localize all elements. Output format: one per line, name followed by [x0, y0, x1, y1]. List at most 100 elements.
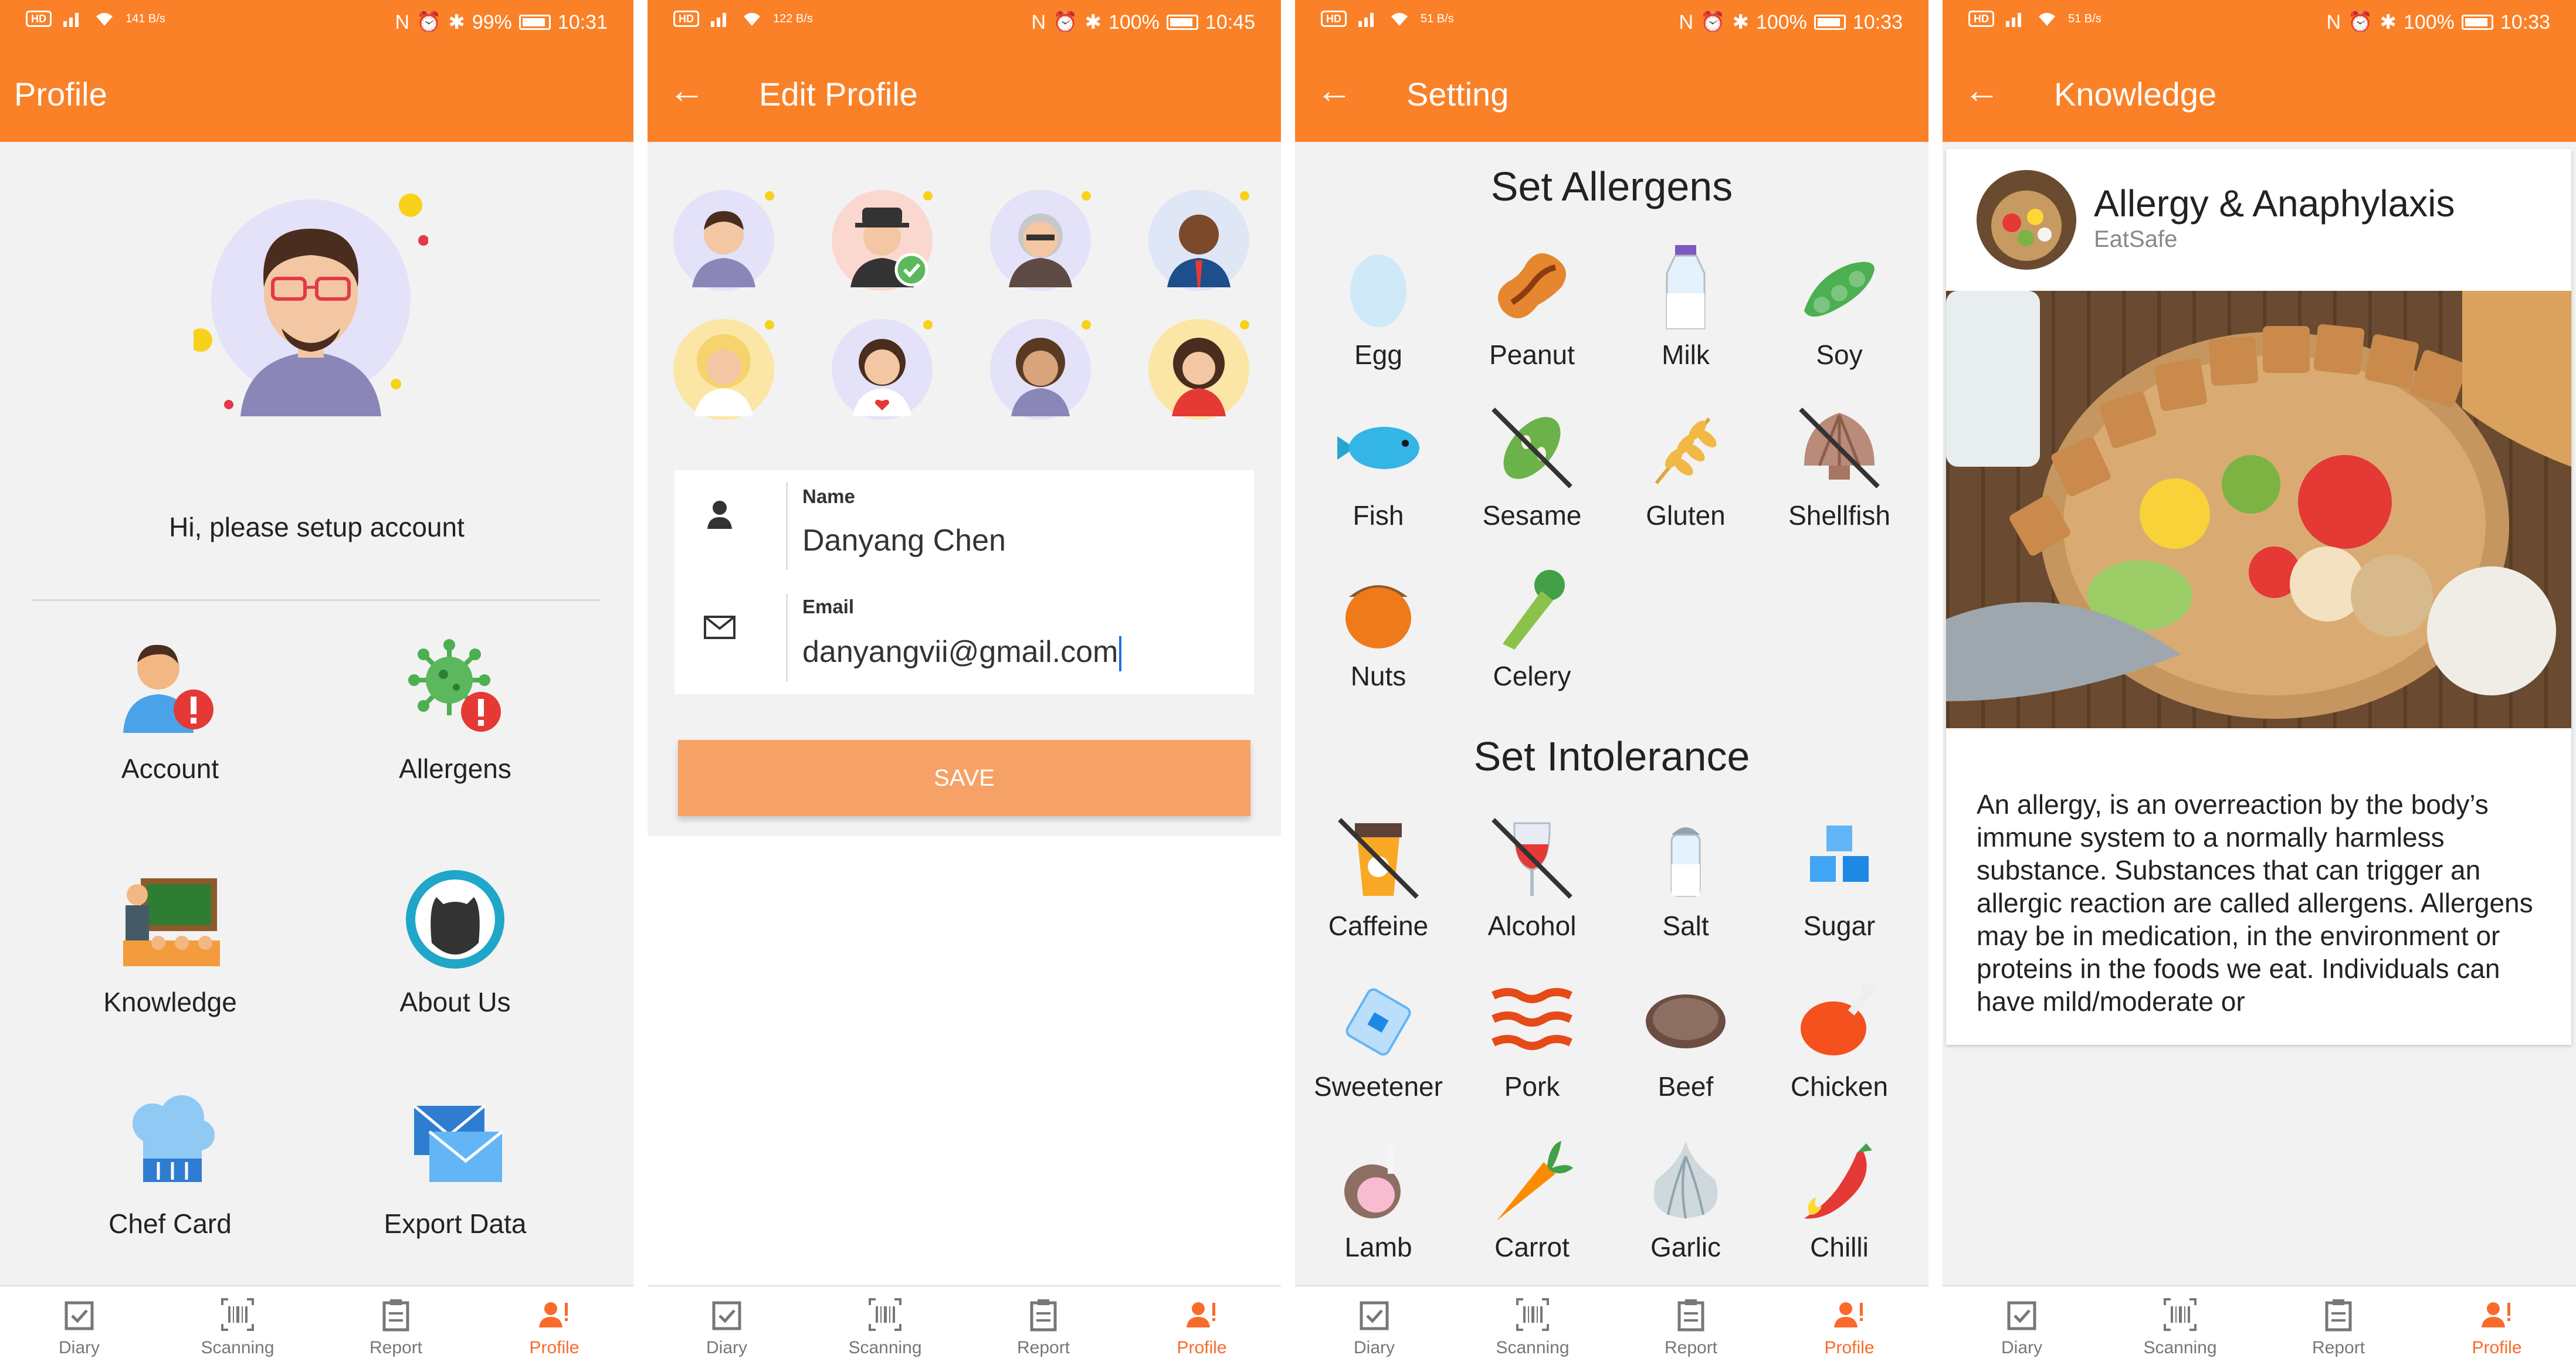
export-data-tile[interactable]: Export Data — [367, 1082, 543, 1239]
nav-profile[interactable]: Profile — [2418, 1286, 2576, 1372]
account-tile[interactable]: Account — [82, 627, 258, 785]
sesame-icon — [1492, 407, 1572, 488]
food-label: Alcohol — [1487, 911, 1577, 941]
divider — [32, 599, 601, 601]
peanut-icon — [1498, 253, 1566, 318]
wifi-icon — [744, 13, 760, 26]
wifi-icon — [96, 13, 113, 26]
food-chicken[interactable]: Chicken — [1763, 972, 1916, 1102]
nav-profile[interactable]: Profile — [475, 1286, 633, 1372]
avatar-option-selected[interactable] — [829, 188, 935, 293]
nav-scanning[interactable]: Scanning — [806, 1286, 964, 1372]
allergens-tile[interactable]: Allergens — [367, 627, 543, 785]
chef-hat-icon — [133, 1095, 215, 1182]
food-label: Peanut — [1489, 339, 1575, 370]
article-body: An allergy, is an overreaction by the bo… — [1977, 789, 2533, 1017]
food-sugar[interactable]: Sugar — [1763, 811, 1916, 942]
back-arrow-icon[interactable]: ← — [1964, 73, 2000, 109]
food-label: Garlic — [1650, 1232, 1721, 1262]
food-lamb[interactable]: Lamb — [1302, 1133, 1455, 1263]
nav-report[interactable]: Report — [2259, 1286, 2418, 1372]
battery-icon — [1814, 15, 1846, 30]
page-title: Edit Profile — [759, 76, 918, 113]
food-soy[interactable]: Soy — [1763, 240, 1916, 371]
virus-icon — [408, 639, 501, 732]
food-chilli[interactable]: Chilli — [1763, 1133, 1916, 1263]
profile-alert-icon — [539, 1302, 568, 1327]
food-sesame[interactable]: Sesame — [1456, 401, 1608, 531]
food-gluten[interactable]: Gluten — [1609, 401, 1762, 531]
nav-report[interactable]: Report — [1612, 1286, 1770, 1372]
back-arrow-icon[interactable]: ← — [1316, 73, 1353, 109]
save-button[interactable]: SAVE — [678, 740, 1250, 816]
name-field[interactable]: Danyang Chen — [802, 523, 1006, 558]
email-label: Email — [802, 596, 855, 617]
food-label: Beef — [1658, 1071, 1714, 1102]
email-field[interactable]: danyangvii@gmail.com — [802, 634, 1122, 672]
avatar-option[interactable] — [988, 188, 1093, 293]
nav-scanning[interactable]: Scanning — [158, 1286, 317, 1372]
profile-alert-icon — [1834, 1302, 1863, 1327]
food-label: Chilli — [1810, 1232, 1869, 1262]
battery-percent: 100% — [1755, 11, 1807, 33]
nav-profile[interactable]: Profile — [1123, 1286, 1281, 1372]
battery-percent: 99% — [472, 11, 512, 33]
avatar-option[interactable] — [988, 317, 1093, 422]
nav-report[interactable]: Report — [964, 1286, 1123, 1372]
food-label: Nuts — [1350, 661, 1406, 691]
avatar-option[interactable] — [671, 188, 777, 293]
nav-diary[interactable]: Diary — [1943, 1286, 2101, 1372]
food-shellfish[interactable]: Shellfish — [1763, 401, 1916, 531]
food-label: Caffeine — [1328, 911, 1429, 941]
clipboard-icon — [1030, 1299, 1057, 1332]
knowledge-screen: HD 51 B/s N ⏰ ✱ 100% 10:33 ← Knowledge A… — [1943, 0, 2576, 1372]
nav-report-label: Report — [2311, 1338, 2365, 1357]
article-card[interactable]: Allergy & Anaphylaxis EatSafe An allergy… — [1946, 149, 2571, 1045]
person-icon — [707, 501, 732, 529]
nav-scanning[interactable]: Scanning — [1453, 1286, 1612, 1372]
food-fish[interactable]: Fish — [1302, 401, 1455, 531]
nav-report[interactable]: Report — [317, 1286, 475, 1372]
clipboard-icon — [382, 1299, 409, 1332]
bacon-icon — [1492, 988, 1572, 1050]
nfc-icon: N — [395, 11, 409, 33]
about-us-tile[interactable]: About Us — [367, 861, 543, 1018]
fish-icon — [1337, 427, 1419, 469]
avatar-option[interactable] — [829, 317, 935, 422]
alarm-icon: ⏰ — [1700, 11, 1726, 33]
food-caffeine[interactable]: Caffeine — [1302, 811, 1455, 942]
name-label: Name — [802, 485, 855, 507]
nav-diary[interactable]: Diary — [648, 1286, 806, 1372]
food-alcohol[interactable]: Alcohol — [1456, 811, 1608, 942]
field-separator — [786, 593, 788, 681]
milk-bottle-icon — [1666, 245, 1706, 330]
back-arrow-icon[interactable]: ← — [669, 73, 705, 109]
food-celery[interactable]: Celery — [1456, 562, 1608, 692]
alarm-icon: ⏰ — [1053, 11, 1078, 33]
food-beef[interactable]: Beef — [1609, 972, 1762, 1102]
nav-diary[interactable]: Diary — [0, 1286, 158, 1372]
nav-diary[interactable]: Diary — [1295, 1286, 1453, 1372]
food-nuts[interactable]: Nuts — [1302, 562, 1455, 692]
food-pork[interactable]: Pork — [1456, 972, 1608, 1102]
network-speed: 141 B/s — [126, 12, 165, 25]
chef-card-tile[interactable]: Chef Card — [82, 1082, 258, 1239]
carrot-icon — [1497, 1141, 1573, 1221]
food-garlic[interactable]: Garlic — [1609, 1133, 1762, 1263]
nav-scanning[interactable]: Scanning — [2101, 1286, 2259, 1372]
food-peanut[interactable]: Peanut — [1456, 240, 1608, 371]
setting-screen: HD 51 B/s N ⏰ ✱ 100% 10:33 ← Setting Set… — [1295, 0, 1928, 1372]
avatar-option[interactable] — [1146, 188, 1252, 293]
food-salt[interactable]: Salt — [1609, 811, 1762, 942]
food-sweetener[interactable]: Sweetener — [1302, 972, 1455, 1102]
food-egg[interactable]: Egg — [1302, 240, 1455, 371]
food-label: Sesame — [1482, 500, 1582, 531]
nav-diary-label: Diary — [706, 1338, 747, 1357]
food-milk[interactable]: Milk — [1609, 240, 1762, 371]
avatar-option[interactable] — [1146, 317, 1252, 422]
knowledge-tile[interactable]: Knowledge — [82, 861, 258, 1018]
nav-profile[interactable]: Profile — [1770, 1286, 1928, 1372]
food-label: Sweetener — [1314, 1071, 1443, 1102]
avatar-option[interactable] — [671, 317, 777, 422]
food-carrot[interactable]: Carrot — [1456, 1133, 1608, 1263]
